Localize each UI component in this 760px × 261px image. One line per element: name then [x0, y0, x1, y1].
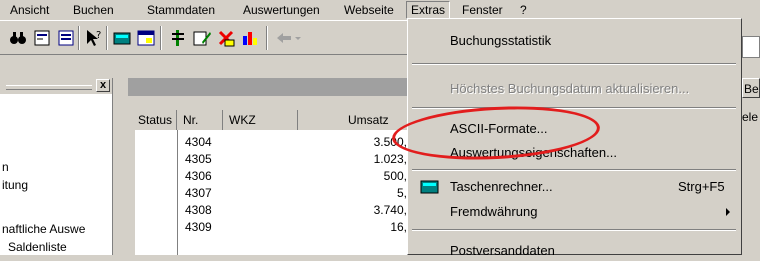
toolbar-separator [78, 26, 80, 50]
menu-separator [412, 169, 736, 171]
ledger-icon[interactable] [168, 28, 188, 48]
cell-umsatz[interactable]: 5, [335, 186, 407, 200]
cell-umsatz[interactable]: 16, [335, 220, 407, 234]
menu-separator [412, 229, 736, 231]
left-scrollbar[interactable] [112, 78, 129, 255]
binoculars-icon[interactable] [8, 28, 28, 48]
context-help-icon[interactable]: ? [84, 28, 104, 48]
menu-item-buchungsdatum: Höchstes Buchungsdatum aktualisieren... [450, 81, 690, 96]
dropdown-arrow-icon[interactable] [292, 28, 312, 48]
right-panel-edge: Be ele [742, 20, 760, 255]
cell-nr[interactable]: 4308 [185, 203, 212, 217]
menu-fenster[interactable]: Fenster [462, 3, 503, 17]
menu-separator [412, 107, 736, 109]
cell-nr[interactable]: 4309 [185, 220, 212, 234]
cell-nr[interactable]: 4305 [185, 152, 212, 166]
menu-item-taschenrechner[interactable]: Taschenrechner... [450, 177, 553, 197]
menu-help[interactable]: ? [520, 3, 527, 17]
right-label: ele [742, 110, 759, 124]
menu-bar: Ansicht Buchen Stammdaten Auswertungen W… [0, 0, 760, 20]
submenu-arrow-icon [726, 208, 730, 216]
svg-text:?: ? [96, 30, 101, 41]
toolbar-separator [106, 26, 108, 50]
shortcut-label: Strg+F5 [678, 179, 725, 194]
menu-item-buchungsstatistik[interactable]: Buchungsstatistik [450, 31, 551, 51]
cell-umsatz[interactable]: 500, [335, 169, 407, 183]
cell-nr[interactable]: 4307 [185, 186, 212, 200]
menu-webseite[interactable]: Webseite [344, 3, 394, 17]
cell-umsatz[interactable]: 3.740, [335, 203, 407, 217]
back-arrow-icon[interactable] [274, 28, 294, 48]
column-header-wkz[interactable]: WKZ [223, 110, 298, 130]
properties-icon[interactable] [32, 28, 52, 48]
menu-buchen[interactable]: Buchen [73, 3, 114, 17]
menu-item-postversanddaten[interactable]: Postversanddaten [450, 241, 555, 261]
menu-ansicht[interactable]: Ansicht [10, 3, 49, 17]
navigation-tree: n itung naftliche Auswe Saldenliste [0, 94, 112, 255]
tree-item[interactable]: Saldenliste [8, 240, 67, 254]
menu-stammdaten[interactable]: Stammdaten [147, 3, 215, 17]
search-input[interactable] [742, 36, 760, 58]
tree-item[interactable]: naftliche Auswe [2, 222, 85, 236]
toolbar-separator [266, 26, 268, 50]
caption-grip [6, 85, 92, 90]
chart-icon[interactable] [240, 28, 260, 48]
edit-icon[interactable] [192, 28, 212, 48]
cell-nr[interactable]: 4306 [185, 169, 212, 183]
menu-auswertungen[interactable]: Auswertungen [243, 3, 320, 17]
window-icon[interactable] [136, 28, 156, 48]
menu-item-fremdwaehrung[interactable]: Fremdwährung [450, 202, 537, 222]
left-pane-caption: x [0, 78, 112, 94]
tree-item[interactable]: n [2, 160, 9, 174]
calculator-icon [420, 179, 440, 195]
cell-umsatz[interactable]: 1.023, [335, 152, 407, 166]
calculator-icon[interactable] [112, 28, 132, 48]
right-button[interactable]: Be [742, 78, 760, 98]
status-column [135, 130, 178, 255]
menu-separator [412, 63, 736, 65]
tree-item[interactable]: itung [2, 178, 28, 192]
cell-nr[interactable]: 4304 [185, 135, 212, 149]
document-toolbar [128, 96, 408, 110]
column-header-nr[interactable]: Nr. [177, 110, 223, 130]
toolbar-separator [160, 26, 162, 50]
list-view-icon[interactable] [56, 28, 76, 48]
menu-extras[interactable]: Extras [406, 1, 451, 19]
close-icon[interactable]: x [96, 79, 110, 92]
delete-icon[interactable] [216, 28, 236, 48]
column-header-status[interactable]: Status [135, 110, 177, 130]
